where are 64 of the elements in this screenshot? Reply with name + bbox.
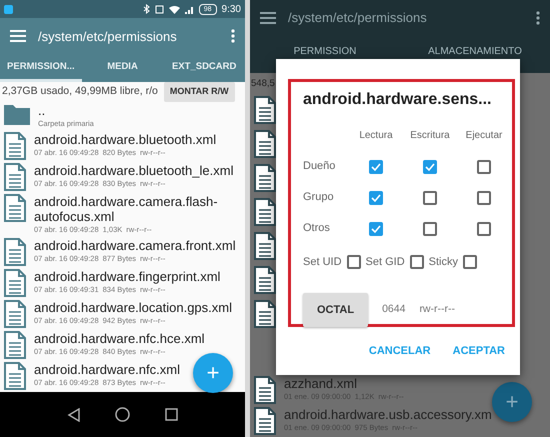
checkbox[interactable] [423, 190, 437, 204]
toolbar-title: /system/etc/permissions [38, 28, 178, 46]
file-icon [4, 194, 26, 222]
mount-button[interactable]: MONTAR R/W [164, 82, 235, 102]
file-icon [4, 238, 26, 266]
more-icon[interactable] [536, 10, 540, 24]
file-icon [4, 331, 26, 360]
file-icon [254, 376, 276, 404]
menu-icon[interactable] [260, 12, 276, 24]
back-icon[interactable] [67, 408, 82, 422]
permission-string: rw-r--r-- [419, 302, 455, 317]
app-icon [4, 4, 13, 14]
file-name[interactable]: android.hardware.fingerprint.xml [34, 269, 220, 284]
checkbox[interactable] [477, 190, 491, 204]
file-icon [4, 362, 26, 390]
octal-value: 0644 [382, 302, 406, 317]
checkbox[interactable] [369, 222, 383, 236]
toolbar-title: /system/etc/permissions [288, 8, 428, 27]
column-header: Escritura [409, 129, 451, 143]
signal-icon [184, 4, 194, 14]
checkbox[interactable] [423, 160, 437, 174]
file-name[interactable]: android.hardware.nfc.xml [34, 362, 180, 378]
folder-name[interactable]: .. [38, 102, 94, 118]
tab[interactable]: MEDIA [82, 54, 164, 82]
tab[interactable]: PERMISSION... [0, 54, 82, 82]
checkbox[interactable] [462, 255, 477, 270]
octal-button[interactable]: OCTAL [303, 292, 368, 327]
file-name[interactable]: android.hardware.bluetooth.xml [34, 132, 216, 148]
file-name[interactable]: android.hardware.nfc.hce.xml [34, 331, 205, 346]
checkbox[interactable] [346, 255, 361, 270]
file-icon [4, 269, 26, 298]
file-name[interactable]: android.hardware.location.gps.xml [34, 300, 232, 316]
checkbox-label: Set GID [366, 255, 405, 270]
row-label: Otros [303, 221, 331, 236]
row-label: Dueño [303, 159, 336, 174]
dialog-title: android.hardware.sens... [303, 90, 492, 110]
checkbox[interactable] [423, 222, 437, 236]
status-time: 9:30 [222, 2, 241, 17]
recents-icon[interactable] [164, 408, 178, 422]
folder-icon[interactable] [4, 102, 30, 125]
file-name[interactable]: android.hardware.camera.front.xml [34, 238, 236, 254]
tab[interactable]: EXT_SDCARD [163, 54, 245, 82]
file-icon [254, 407, 276, 435]
file-icon [4, 132, 26, 160]
row-label: Grupo [303, 190, 335, 206]
storage-info: 548,5 [251, 76, 275, 91]
checkbox[interactable] [369, 190, 383, 204]
more-icon[interactable] [231, 29, 235, 44]
checkbox[interactable] [477, 160, 491, 174]
file-name[interactable]: android.hardware.camera.flash-autofocus.xml [34, 194, 241, 224]
checkbox[interactable] [369, 160, 383, 174]
file-name[interactable]: android.hardware.bluetooth_le.xml [34, 163, 234, 178]
bluetooth-icon [142, 4, 150, 14]
home-icon[interactable] [115, 407, 130, 422]
checkbox[interactable] [477, 222, 491, 236]
wifi-icon [168, 4, 180, 14]
storage-info: 2,37GB usado, 49,99MB libre, r/o [2, 84, 158, 100]
column-header: Lectura [358, 129, 394, 143]
checkbox-label: Set UID [303, 255, 342, 270]
column-header: Ejecutar [464, 129, 504, 143]
file-icon [4, 163, 26, 192]
checkbox-label: Sticky [428, 255, 458, 270]
file-icon [4, 300, 26, 328]
checkbox[interactable] [410, 255, 424, 270]
